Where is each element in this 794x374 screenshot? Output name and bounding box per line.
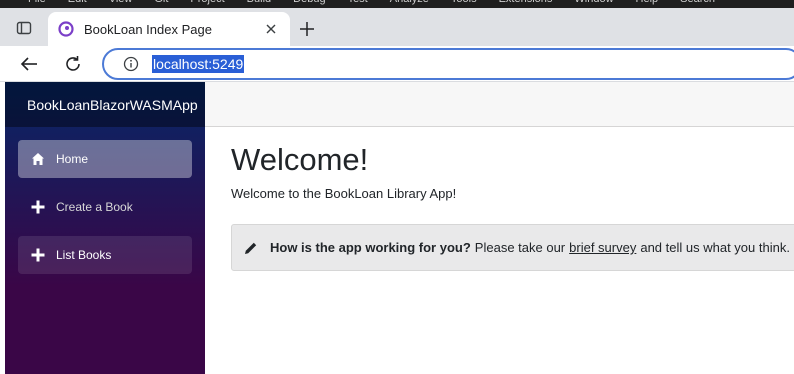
survey-link[interactable]: brief survey [569, 240, 636, 255]
plus-icon [300, 22, 314, 36]
main-content: Welcome! Welcome to the BookLoan Library… [231, 140, 794, 271]
sidebar-nav: Home Create a Book List Books [5, 127, 205, 274]
survey-suffix: and tell us what you think. [640, 240, 790, 255]
survey-prompt: How is the app working for you? Please t… [231, 224, 794, 271]
plus-icon [30, 199, 46, 215]
close-icon [266, 24, 276, 34]
info-icon [123, 56, 139, 72]
tab-title: BookLoan Index Page [84, 21, 212, 37]
reload-icon [66, 56, 80, 71]
browser-tab-bar: BookLoan Index Page [0, 8, 794, 46]
site-info-button[interactable] [116, 53, 146, 75]
pencil-icon [244, 240, 260, 256]
nav-item-label: Create a Book [56, 200, 133, 214]
url-text[interactable]: localhost:5249 [152, 55, 245, 73]
tab-actions-icon [16, 21, 32, 35]
app-brand[interactable]: BookLoanBlazorWASMApp [27, 97, 198, 113]
top-row [205, 82, 794, 127]
nav-item-create-a-book[interactable]: Create a Book [18, 188, 192, 226]
address-bar[interactable]: localhost:5249 [102, 48, 794, 80]
sidebar: BookLoanBlazorWASMApp Home Create a Book… [5, 82, 205, 374]
survey-question: How is the app working for you? [270, 240, 471, 255]
new-tab-button[interactable] [294, 16, 320, 42]
welcome-text: Welcome to the BookLoan Library App! [231, 186, 457, 201]
page-title: Welcome! [231, 142, 369, 177]
close-tab-button[interactable] [262, 20, 280, 38]
tab-actions-button[interactable] [12, 16, 36, 40]
back-button[interactable] [16, 51, 42, 77]
nav-item-label: Home [56, 152, 89, 166]
plus-icon [30, 247, 46, 263]
app-page: BookLoanBlazorWASMApp Home Create a Book… [0, 82, 794, 374]
home-icon [30, 151, 46, 167]
browser-toolbar: localhost:5249 [0, 46, 794, 82]
ide-menu-strip: FileEditViewGitProjectBuildDebugTestAnal… [0, 0, 794, 8]
reload-button[interactable] [60, 51, 86, 77]
back-arrow-icon [20, 57, 37, 71]
survey-prefix: Please take our [474, 240, 566, 255]
nav-item-label: List Books [56, 248, 112, 262]
blazor-icon [58, 21, 74, 37]
nav-item-list-books[interactable]: List Books [18, 236, 192, 274]
brand-bar: BookLoanBlazorWASMApp [5, 82, 205, 127]
browser-tab[interactable]: BookLoan Index Page [48, 12, 290, 46]
nav-item-home[interactable]: Home [18, 140, 192, 178]
